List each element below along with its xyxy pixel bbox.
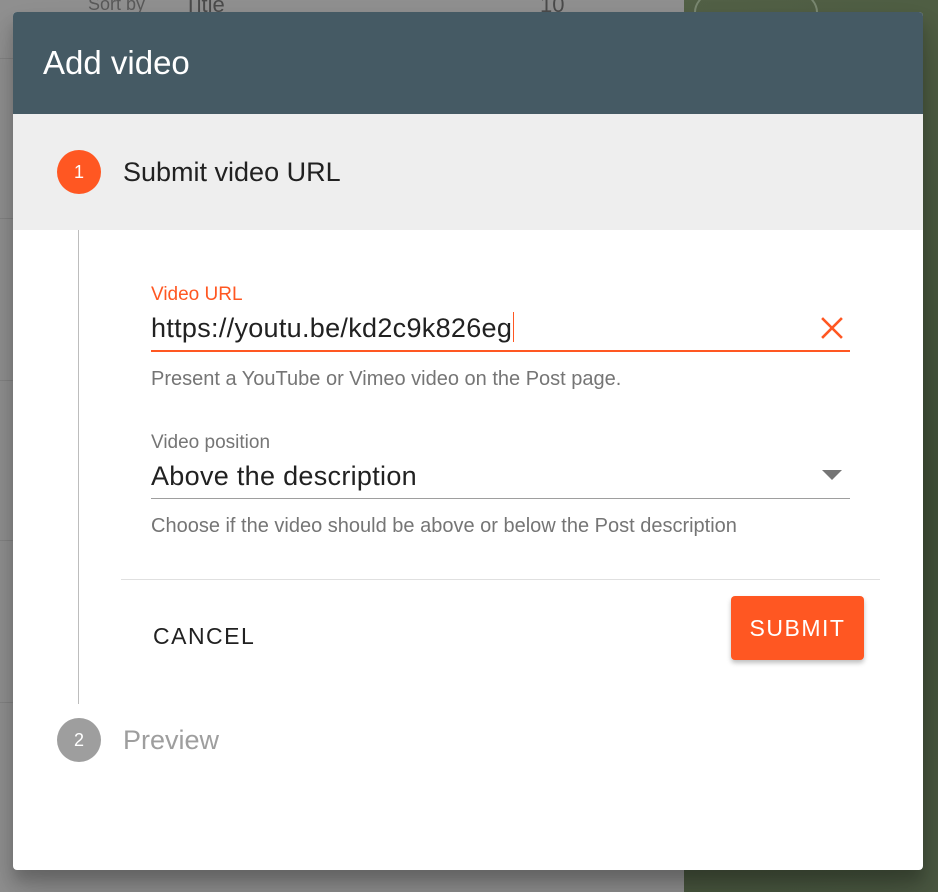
step-1-header[interactable]: 1 Submit video URL: [13, 114, 923, 230]
video-position-underline: [151, 498, 850, 499]
arrow-drop-down-icon[interactable]: [814, 458, 850, 494]
text-caret: [513, 312, 515, 342]
step-1-number: 1: [57, 150, 101, 194]
step-2-number: 2: [57, 718, 101, 762]
video-url-value-wrap[interactable]: https://youtu.be/kd2c9k826eg: [151, 312, 515, 344]
close-icon[interactable]: [814, 310, 850, 346]
video-url-value[interactable]: https://youtu.be/kd2c9k826eg: [151, 313, 512, 343]
dialog-title: Add video: [43, 44, 190, 81]
video-position-field: Video position Above the description Cho…: [151, 432, 850, 538]
video-url-label: Video URL: [151, 284, 243, 305]
video-url-helper: Present a YouTube or Vimeo video on the …: [151, 368, 622, 390]
step-2-label: Preview: [123, 724, 220, 755]
actions-divider: [121, 579, 880, 580]
submit-button[interactable]: SUBMIT: [731, 596, 864, 660]
video-position-label: Video position: [151, 432, 271, 453]
stepper-connector: [78, 230, 79, 704]
video-position-select[interactable]: Above the description: [151, 454, 850, 498]
step-2-header[interactable]: 2 Preview: [57, 718, 219, 762]
dialog-header: Add video: [13, 12, 923, 114]
step-1-label: Submit video URL: [123, 156, 341, 187]
step-1-content: Video URL https://youtu.be/kd2c9k826eg P…: [13, 230, 923, 704]
cancel-button[interactable]: CANCEL: [137, 612, 271, 660]
video-position-helper: Choose if the video should be above or b…: [151, 515, 737, 537]
video-url-field: Video URL https://youtu.be/kd2c9k826eg P…: [151, 284, 850, 391]
video-url-underline: [151, 350, 850, 352]
video-url-input[interactable]: https://youtu.be/kd2c9k826eg: [151, 306, 850, 350]
video-position-value[interactable]: Above the description: [151, 461, 417, 492]
add-video-dialog: Add video 1 Submit video URL Video URL h…: [13, 12, 923, 870]
